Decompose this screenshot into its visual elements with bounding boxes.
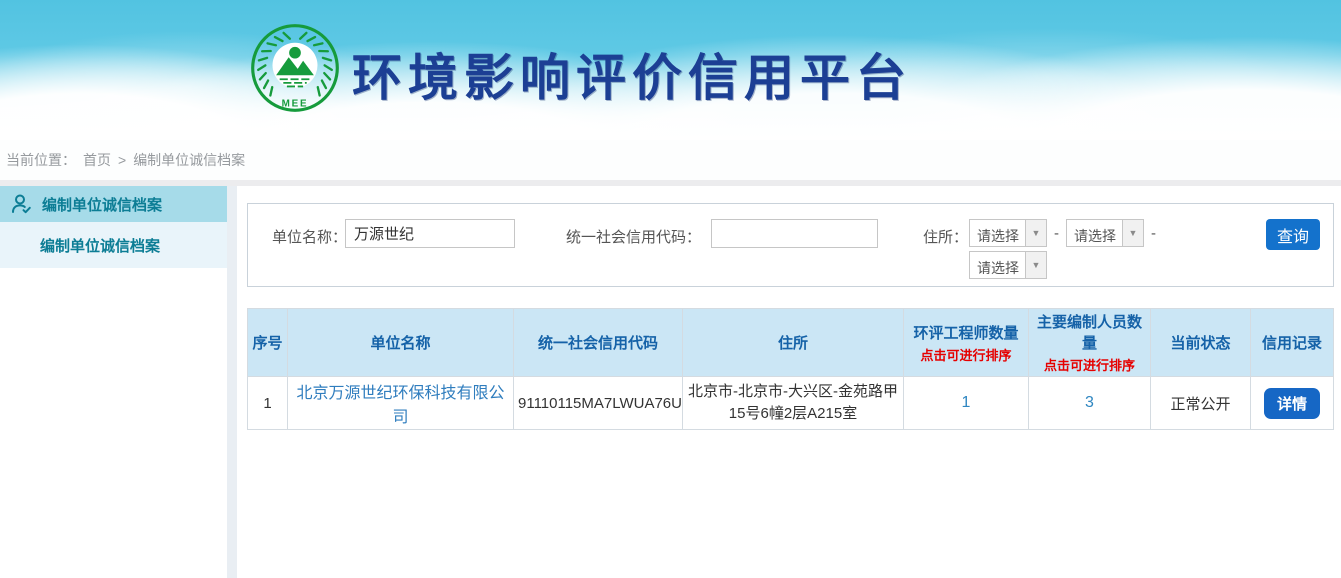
user-check-icon — [10, 192, 34, 216]
staff-count-link[interactable]: 3 — [1085, 394, 1094, 411]
city-select-value: 请选择 — [1067, 220, 1122, 246]
results-table: 序号 单位名称 统一社会信用代码 住所 环评工程师数量 点击可进行排序 主要编制… — [247, 308, 1334, 430]
col-header-status: 当前状态 — [1151, 309, 1251, 377]
credit-code-value: 91110115MA7LWUA76U — [514, 377, 683, 430]
unit-name-label: 单位名称： — [272, 226, 347, 247]
sidebar-item-label: 编制单位诚信档案 — [42, 194, 162, 215]
col-header-index: 序号 — [248, 309, 288, 377]
svg-text:MEE: MEE — [282, 99, 309, 110]
status-value: 正常公开 — [1151, 377, 1251, 430]
sidebar-subitem-label: 编制单位诚信档案 — [40, 235, 160, 256]
company-name-link[interactable]: 北京万源世纪环保科技有限公司 — [296, 385, 504, 426]
district-select-value: 请选择 — [970, 252, 1025, 278]
col-header-code: 统一社会信用代码 — [514, 309, 683, 377]
breadcrumb-separator: > — [118, 152, 126, 168]
sort-hint-text: 点击可进行排序 — [906, 345, 1026, 364]
engineer-count-header-label: 环评工程师数量 — [913, 325, 1018, 342]
city-select[interactable]: 请选择 ▼ — [1066, 219, 1144, 247]
sidebar-main-gap — [227, 186, 237, 578]
query-button[interactable]: 查询 — [1266, 219, 1320, 250]
credit-code-input[interactable] — [711, 219, 878, 248]
breadcrumb-current: 编制单位诚信档案 — [133, 150, 245, 170]
row-index: 1 — [248, 377, 288, 430]
site-header: MEE 环境影响评价信用平台 — [0, 0, 1341, 140]
breadcrumb-home-link[interactable]: 首页 — [83, 150, 111, 170]
col-header-credit-record: 信用记录 — [1251, 309, 1334, 377]
chevron-down-icon[interactable]: ▼ — [1025, 220, 1046, 246]
address-dash-1: - — [1054, 225, 1059, 242]
chevron-down-icon[interactable]: ▼ — [1025, 252, 1046, 278]
detail-button[interactable]: 详情 — [1264, 388, 1320, 419]
sort-hint-text: 点击可进行排序 — [1031, 355, 1148, 374]
main-panel: 单位名称： 统一社会信用代码： 住所： 请选择 ▼ - 请选择 ▼ - 请选择 … — [237, 186, 1341, 578]
address-dash-2: - — [1151, 225, 1156, 242]
province-select-value: 请选择 — [970, 220, 1025, 246]
breadcrumb: 当前位置： 首页 > 编制单位诚信档案 — [0, 140, 1341, 180]
table-row: 1 北京万源世纪环保科技有限公司 91110115MA7LWUA76U 北京市-… — [248, 377, 1334, 430]
col-header-address: 住所 — [683, 309, 904, 377]
col-header-name: 单位名称 — [288, 309, 514, 377]
district-select[interactable]: 请选择 ▼ — [969, 251, 1047, 279]
sidebar: 编制单位诚信档案 编制单位诚信档案 — [0, 186, 227, 578]
province-select[interactable]: 请选择 ▼ — [969, 219, 1047, 247]
mee-logo-icon: MEE — [250, 23, 340, 113]
col-header-staff-count-sortable[interactable]: 主要编制人员数量 点击可进行排序 — [1029, 309, 1151, 377]
col-header-engineer-count-sortable[interactable]: 环评工程师数量 点击可进行排序 — [904, 309, 1029, 377]
engineer-count-link[interactable]: 1 — [962, 394, 971, 411]
staff-count-header-label: 主要编制人员数量 — [1037, 314, 1142, 352]
address-label: 住所： — [923, 226, 968, 247]
address-value: 北京市-北京市-大兴区-金苑路甲15号6幢2层A215室 — [683, 377, 904, 430]
page: MEE 环境影响评价信用平台 当前位置： 首页 > 编制单位诚信档案 编制单位诚… — [0, 0, 1341, 578]
table-header-row: 序号 单位名称 统一社会信用代码 住所 环评工程师数量 点击可进行排序 主要编制… — [248, 309, 1334, 377]
breadcrumb-prefix: 当前位置： — [6, 150, 76, 170]
sidebar-item-credit-archive[interactable]: 编制单位诚信档案 — [0, 186, 227, 222]
site-title: 环境影响评价信用平台 — [352, 38, 912, 110]
content-area: 编制单位诚信档案 编制单位诚信档案 单位名称： 统一社会信用代码： 住所： 请选… — [0, 186, 1341, 578]
unit-name-input[interactable] — [345, 219, 515, 248]
search-filter-panel: 单位名称： 统一社会信用代码： 住所： 请选择 ▼ - 请选择 ▼ - 请选择 … — [247, 203, 1334, 287]
sidebar-subitem-credit-archive[interactable]: 编制单位诚信档案 — [0, 222, 227, 268]
credit-code-label: 统一社会信用代码： — [566, 226, 701, 247]
chevron-down-icon[interactable]: ▼ — [1122, 220, 1143, 246]
